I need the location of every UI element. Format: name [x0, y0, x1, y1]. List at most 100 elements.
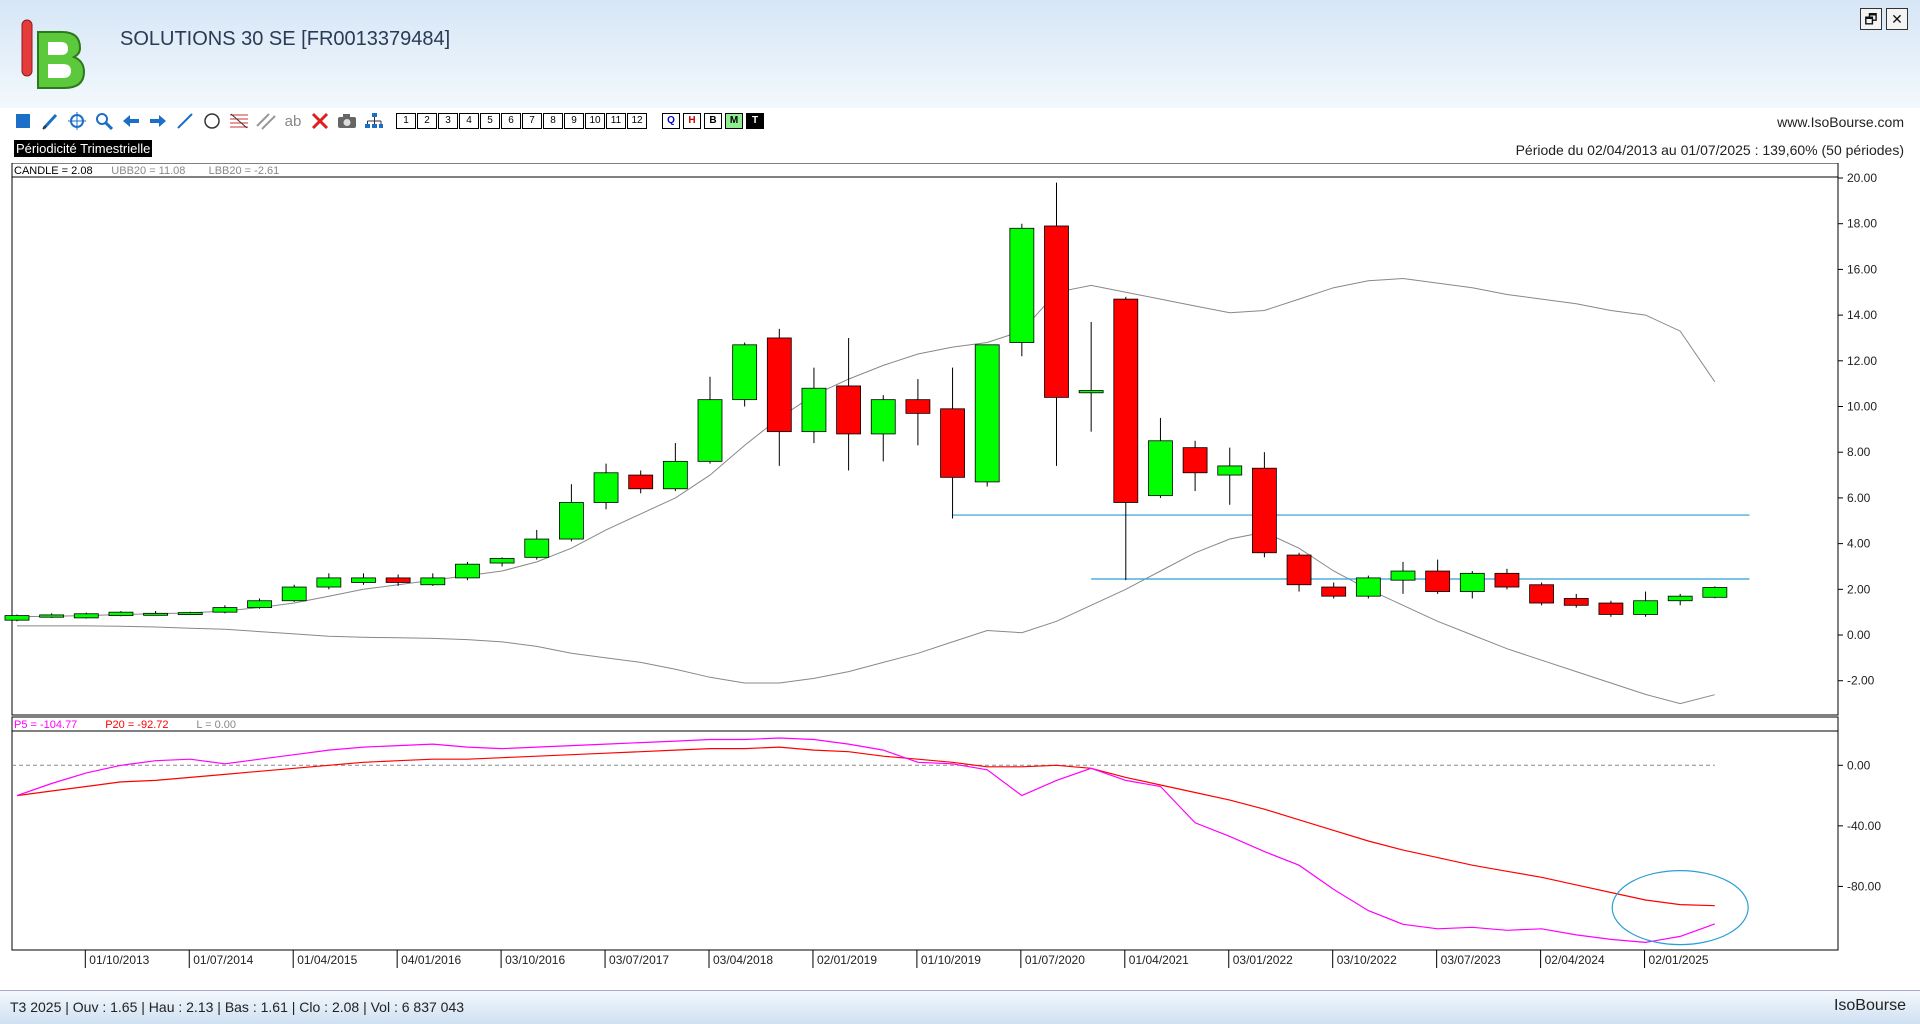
price-ytick-label: 18.00 — [1847, 217, 1877, 231]
price-ytick-label: 16.00 — [1847, 262, 1877, 276]
pencil-icon[interactable] — [39, 110, 61, 132]
candle-body — [593, 472, 619, 503]
candle-body — [974, 344, 1000, 483]
number-buttons: 1 2 3 4 5 6 7 8 9 10 11 12 — [396, 113, 647, 129]
price-ytick-label: 12.00 — [1847, 354, 1877, 368]
website-link[interactable]: www.IsoBourse.com — [1777, 114, 1904, 130]
x-tick-label: 04/01/2016 — [401, 953, 461, 967]
number-button-7[interactable]: 7 — [522, 113, 542, 129]
x-tick-label: 01/10/2019 — [921, 953, 981, 967]
x-tick-label: 02/01/2019 — [817, 953, 877, 967]
candle-body — [732, 344, 758, 401]
period-button-h[interactable]: H — [683, 113, 701, 129]
number-button-2[interactable]: 2 — [417, 113, 437, 129]
zoom-icon[interactable] — [93, 110, 115, 132]
x-tick-label: 03/10/2022 — [1337, 953, 1397, 967]
number-button-12[interactable]: 12 — [627, 113, 647, 129]
candle-body — [108, 611, 134, 616]
candle-body — [628, 474, 654, 490]
period-button-q[interactable]: Q — [662, 113, 680, 129]
candle-body — [351, 577, 376, 583]
close-button[interactable]: ✕ — [1886, 8, 1908, 30]
camera-icon[interactable] — [336, 110, 358, 132]
candle — [1598, 600, 1624, 617]
x-tick-label: 01/04/2015 — [297, 953, 357, 967]
x-tick-label: 01/10/2013 — [89, 953, 149, 967]
tree-icon[interactable] — [363, 110, 385, 132]
candle-body — [4, 615, 30, 621]
price-panel-frame — [11, 163, 1839, 716]
restore-button[interactable]: 🗗 — [1860, 8, 1882, 30]
candle-body — [39, 614, 65, 618]
candle-body — [524, 538, 550, 558]
candle-body — [281, 586, 307, 602]
candle — [732, 342, 758, 407]
square-icon[interactable] — [12, 110, 34, 132]
candle-body — [940, 408, 965, 478]
candle-body — [1113, 298, 1139, 503]
crosshair-icon[interactable] — [66, 110, 88, 132]
text-icon[interactable]: ab — [282, 110, 304, 132]
channel-icon[interactable] — [255, 110, 277, 132]
candle-body — [1563, 598, 1589, 606]
period-button-b[interactable]: B — [704, 113, 722, 129]
arrow-right-icon[interactable] — [147, 110, 169, 132]
candle-body — [766, 337, 792, 433]
number-button-1[interactable]: 1 — [396, 113, 416, 129]
candle-body — [247, 600, 272, 609]
candle — [73, 612, 99, 619]
candle-body — [905, 399, 931, 414]
isobourse-logo — [21, 19, 86, 89]
period-button-m[interactable]: M — [725, 113, 743, 129]
number-button-4[interactable]: 4 — [459, 113, 479, 129]
line-icon[interactable] — [174, 110, 196, 132]
candle-body — [177, 612, 203, 616]
x-tick-label: 03/07/2017 — [609, 953, 669, 967]
candle — [1252, 452, 1277, 558]
candle-body — [143, 612, 169, 616]
period-range-label: Période du 02/04/2013 au 01/07/2025 : 13… — [1515, 142, 1904, 158]
candle — [281, 584, 307, 602]
candle-body — [420, 577, 446, 586]
candle-body — [385, 577, 411, 583]
x-tick-label: 03/10/2016 — [505, 953, 565, 967]
period-button-t[interactable]: T — [746, 113, 764, 129]
chart-area[interactable]: CANDLE = 2.08 UBB20 = 11.08 LBB20 = -2.61 2… — [0, 163, 1920, 989]
price-ytick-label: -2.00 — [1847, 674, 1875, 688]
candle-body — [1355, 577, 1381, 597]
number-button-11[interactable]: 11 — [606, 113, 626, 129]
candle-body — [559, 502, 584, 540]
number-button-10[interactable]: 10 — [585, 113, 605, 129]
number-button-3[interactable]: 3 — [438, 113, 458, 129]
candle — [1702, 586, 1728, 599]
fibonacci-icon[interactable] — [228, 110, 250, 132]
number-button-9[interactable]: 9 — [564, 113, 584, 129]
candle — [108, 611, 134, 617]
candle-body — [489, 558, 515, 564]
x-tick-label: 03/07/2023 — [1441, 953, 1501, 967]
oscillator-ytick-label: -40.00 — [1847, 819, 1881, 833]
candle — [455, 561, 480, 581]
candle — [1009, 223, 1035, 357]
number-button-5[interactable]: 5 — [480, 113, 500, 129]
candle — [4, 614, 30, 622]
x-tick-label: 03/04/2018 — [713, 953, 773, 967]
number-button-6[interactable]: 6 — [501, 113, 521, 129]
arrow-left-icon[interactable] — [120, 110, 142, 132]
candle-body — [1667, 595, 1693, 602]
price-ytick-label: 10.00 — [1847, 400, 1877, 414]
candle-body — [662, 460, 688, 490]
x-tick-label: 02/01/2025 — [1649, 953, 1709, 967]
candle-body — [1459, 572, 1485, 593]
price-ytick-label: 14.00 — [1847, 308, 1877, 322]
price-ytick-label: 6.00 — [1847, 491, 1871, 505]
circle-icon[interactable] — [201, 110, 223, 132]
candle — [1355, 575, 1381, 599]
candle-body — [1217, 465, 1243, 476]
delete-icon[interactable] — [309, 110, 331, 132]
candle-body — [870, 399, 896, 435]
number-button-8[interactable]: 8 — [543, 113, 563, 129]
candle-body — [1633, 600, 1658, 615]
candle-body — [1425, 570, 1451, 593]
candle-body — [1148, 440, 1173, 497]
